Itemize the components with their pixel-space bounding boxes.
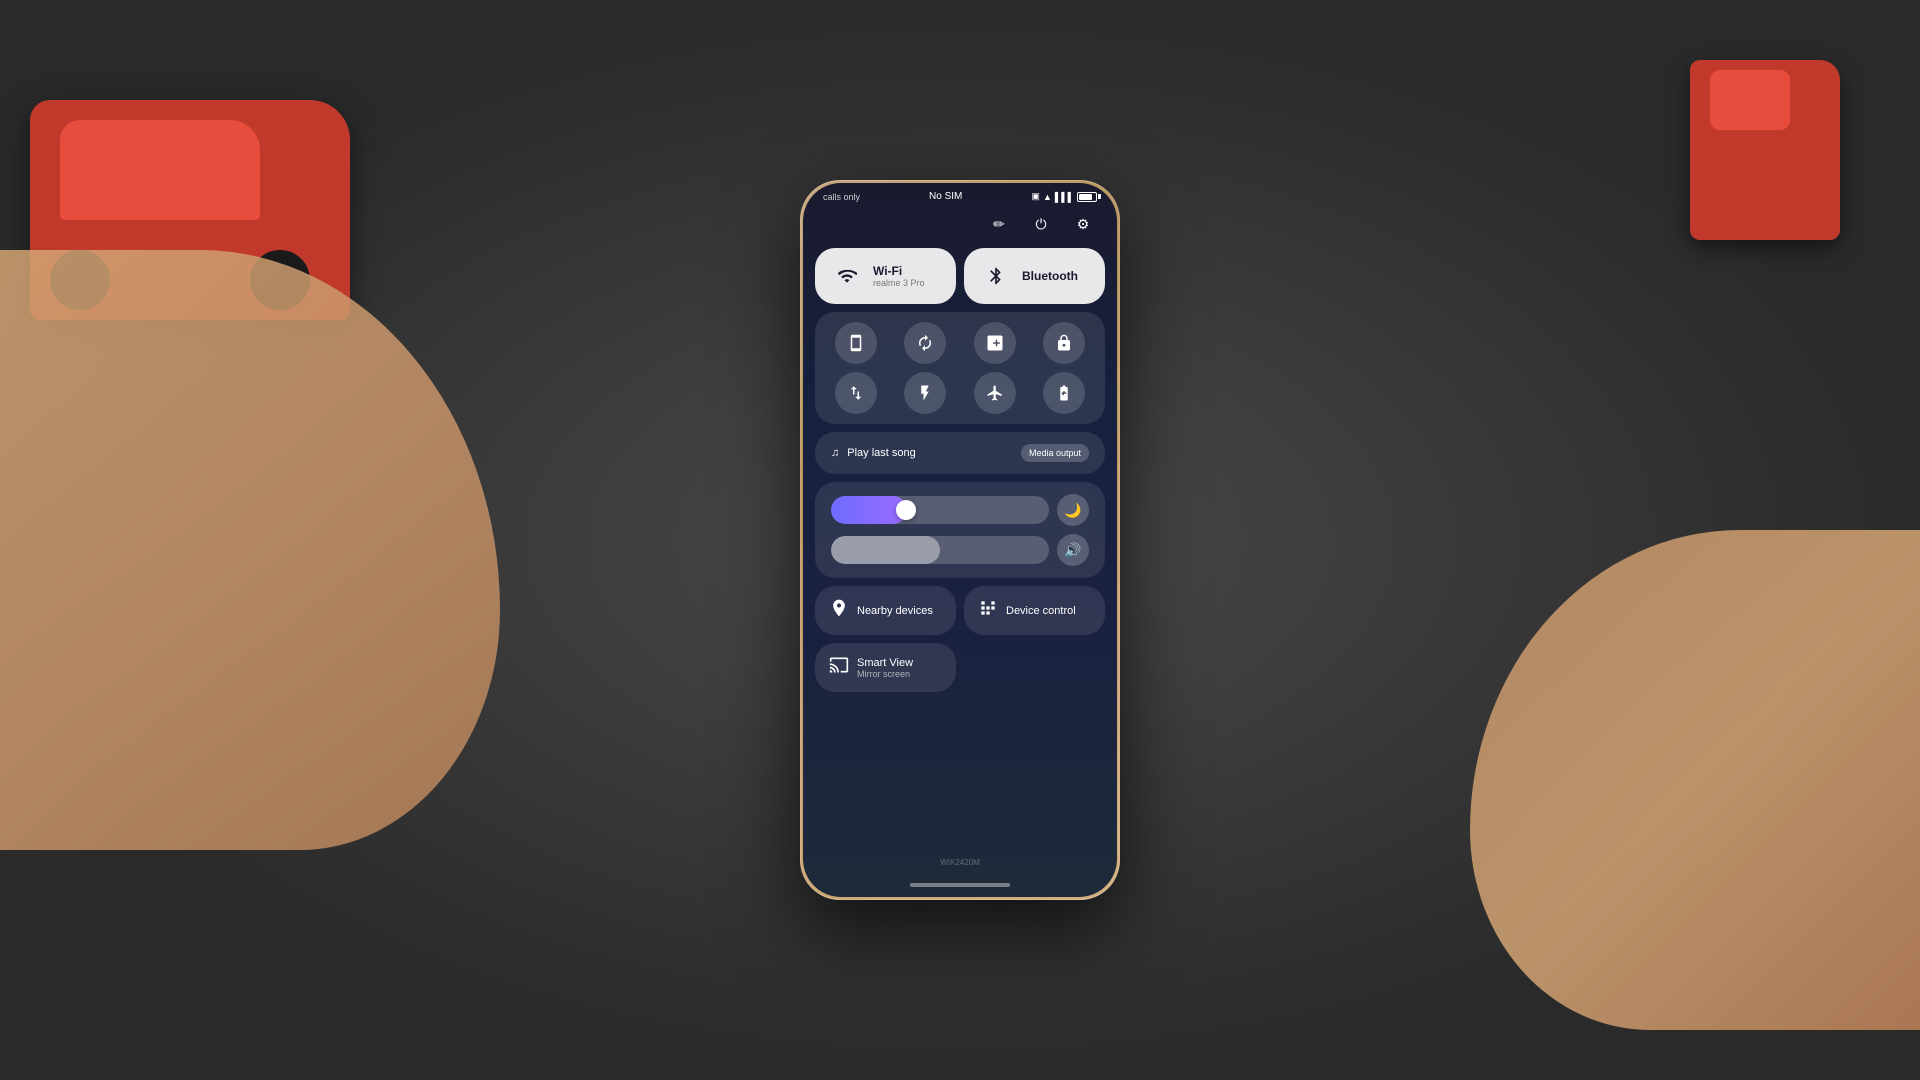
smart-view-text: Smart View Mirror screen [857, 657, 913, 679]
device-control-icon [978, 598, 998, 623]
data-transfer-btn[interactable] [835, 372, 877, 414]
wifi-tile[interactable]: Wi-Fi realme 3 Pro [815, 248, 956, 304]
bluetooth-text-block: Bluetooth [1022, 269, 1078, 283]
battery-saver-btn[interactable] [1043, 372, 1085, 414]
nearby-devices-label: Nearby devices [857, 605, 933, 617]
phone-screen: calls only No SIM ▣ ▲ ▌▌▌ ✏ ⏻ ⚙ [803, 183, 1117, 897]
red-scooter-decoration [1690, 60, 1840, 240]
top-icons-row: ✏ ⏻ ⚙ [815, 206, 1105, 248]
wifi-status-icon: ▲ [1043, 192, 1052, 202]
battery-status-icon [1077, 192, 1097, 202]
bottom-tiles-row: Nearby devices Device control [815, 586, 1105, 635]
signal-status-icon: ▌▌▌ [1055, 192, 1074, 202]
quick-settings-panel: ✏ ⏻ ⚙ Wi-Fi realme 3 Pro [803, 206, 1117, 692]
phone-container: calls only No SIM ▣ ▲ ▌▌▌ ✏ ⏻ ⚙ [800, 180, 1120, 900]
status-bar: calls only No SIM ▣ ▲ ▌▌▌ [803, 183, 1117, 206]
wifi-subtitle: realme 3 Pro [873, 278, 925, 288]
lock-btn[interactable] [1043, 322, 1085, 364]
home-indicator[interactable] [910, 883, 1010, 887]
bluetooth-title: Bluetooth [1022, 269, 1078, 283]
small-icons-panel [815, 312, 1105, 424]
volume-btn[interactable]: 🔊 [1057, 534, 1089, 566]
battery-fill [1079, 194, 1092, 200]
rotate-btn[interactable] [904, 322, 946, 364]
media-output-button[interactable]: Media output [1021, 444, 1089, 462]
settings-icon[interactable]: ⚙ [1069, 210, 1097, 238]
brightness-slider-row: 🌙 [831, 494, 1089, 526]
smart-view-icon [829, 655, 849, 680]
smart-view-subtitle: Mirror screen [857, 669, 913, 679]
brightness-thumb[interactable] [896, 500, 916, 520]
main-tiles-row: Wi-Fi realme 3 Pro Bluetooth [815, 248, 1105, 304]
device-control-label: Device control [1006, 605, 1076, 617]
screenshot-status-icon: ▣ [1031, 191, 1040, 202]
volume-slider-row: 🔊 [831, 534, 1089, 566]
volume-slider-track[interactable] [831, 536, 1049, 564]
brightness-slider-track[interactable] [831, 496, 1049, 524]
screenshot-btn[interactable] [835, 322, 877, 364]
status-no-sim: No SIM [929, 191, 962, 202]
play-last-song-label: Play last song [847, 447, 915, 459]
wifi-title: Wi-Fi [873, 264, 925, 278]
flashlight-btn[interactable] [904, 372, 946, 414]
status-calls-only: calls only [823, 192, 860, 202]
airplane-btn[interactable] [974, 372, 1016, 414]
sliders-panel: 🌙 🔊 [815, 482, 1105, 578]
pencil-icon[interactable]: ✏ [985, 210, 1013, 238]
do-not-disturb-btn[interactable]: 🌙 [1057, 494, 1089, 526]
wifi-icon [831, 260, 863, 292]
smart-view-title: Smart View [857, 657, 913, 669]
model-number: WIK2420M [940, 858, 980, 867]
smart-view-tile[interactable]: Smart View Mirror screen [815, 643, 956, 692]
device-control-tile[interactable]: Device control [964, 586, 1105, 635]
bluetooth-tile[interactable]: Bluetooth [964, 248, 1105, 304]
nfc-btn[interactable] [974, 322, 1016, 364]
status-icons: ▣ ▲ ▌▌▌ [1031, 191, 1097, 202]
nearby-devices-icon [829, 598, 849, 623]
phone-body: calls only No SIM ▣ ▲ ▌▌▌ ✏ ⏻ ⚙ [800, 180, 1120, 900]
media-left: ♫ Play last song [831, 447, 916, 459]
music-icon: ♫ [831, 447, 839, 459]
power-icon[interactable]: ⏻ [1027, 210, 1055, 238]
media-player-panel[interactable]: ♫ Play last song Media output [815, 432, 1105, 474]
volume-fill [831, 536, 940, 564]
wifi-text-block: Wi-Fi realme 3 Pro [873, 264, 925, 288]
bluetooth-icon [980, 260, 1012, 292]
nearby-devices-tile[interactable]: Nearby devices [815, 586, 956, 635]
